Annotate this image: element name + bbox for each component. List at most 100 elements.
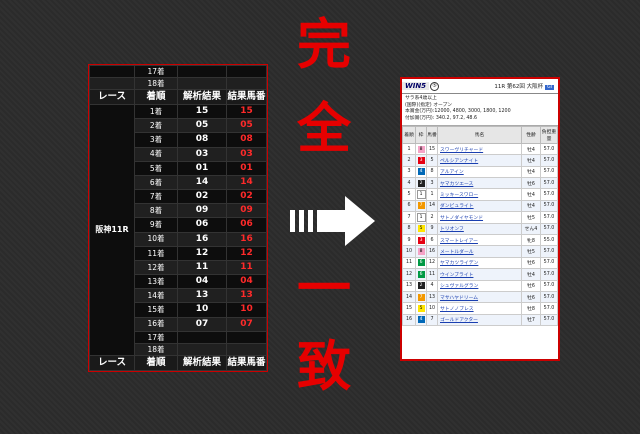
order-cell: 16着 — [134, 316, 178, 332]
horse-name-link[interactable]: ヤマカツエース — [437, 176, 522, 190]
horse-name-link[interactable]: シュヴァルグラン — [437, 279, 522, 292]
horse-name-link[interactable]: ウインブライト — [437, 268, 522, 281]
result-cell: 09 — [226, 203, 267, 219]
analysis-cell — [177, 342, 227, 356]
sex-age-cell: 牡4 — [521, 142, 541, 156]
horse-name-link[interactable]: ダンビュライト — [437, 199, 522, 213]
position-cell: 10 — [402, 245, 416, 258]
weight-cell: 57.0 — [540, 222, 558, 235]
waku-color-badge: 4 — [417, 168, 425, 176]
analysis-cell: 12 — [177, 245, 227, 261]
horse-name-link[interactable]: アルアイン — [437, 165, 522, 179]
result-cell: 06 — [226, 217, 267, 233]
waku-cell: 6 — [415, 268, 427, 281]
table-row: 4 2 3 ヤマカツエース 牡6 57.0 — [402, 176, 558, 190]
number-cell: 16 — [426, 245, 438, 258]
table-header-row: レース 着順 解析結果 結果馬番 — [89, 89, 267, 105]
analysis-cell: 01 — [177, 160, 227, 176]
result-table: 17着 18着 レース 着順 解析結果 結果馬番 阪神11R 1着 15 15 2着 05 05 3着 08… — [89, 64, 267, 372]
weight-cell: 57.0 — [540, 256, 558, 270]
sex-age-cell: 牡4 — [521, 165, 541, 179]
result-cell: 01 — [226, 160, 267, 176]
order-cell: 17着 — [134, 64, 178, 79]
waku-cell: 7 — [415, 199, 427, 213]
waku-color-badge: 8 — [417, 248, 425, 256]
result-cell: 12 — [226, 245, 267, 261]
horse-name-link[interactable]: メートルダール — [437, 245, 522, 258]
waku-color-badge: 5 — [417, 225, 425, 233]
waku-cell: 5 — [415, 302, 427, 315]
sex-age-cell: 牝8 — [521, 233, 541, 247]
weight-cell: 57.0 — [540, 290, 558, 304]
added-prize: 付加賞(万円): 340.2, 97.2, 48.6 — [405, 116, 478, 122]
weight-cell: 57.0 — [540, 211, 558, 224]
analysis-cell: 14 — [177, 174, 227, 191]
waku-color-badge: 1 — [416, 190, 426, 200]
sex-age-cell: 牡4 — [521, 154, 541, 167]
race-cell — [89, 64, 135, 79]
analysis-cell: 04 — [177, 274, 227, 290]
waku-color-badge: 1 — [416, 212, 426, 222]
col-waku: 枠 — [415, 125, 427, 144]
weight-cell: 57.0 — [540, 313, 558, 327]
number-cell: 8 — [426, 165, 438, 179]
table-row: 7 1 2 サトノダイヤモンド 牡5 57.0 — [402, 211, 558, 224]
order-cell: 12着 — [134, 259, 178, 276]
horse-name-link[interactable]: スワーヴリチャード — [437, 142, 522, 156]
analysis-cell: 09 — [177, 203, 227, 219]
horse-name-link[interactable]: スマートレイアー — [437, 233, 522, 247]
finish-table: 着順 枠 馬番 馬名 性齢 負担重量 1 8 15 スワーヴリチャード 牡4 57.0 2 3… — [402, 125, 558, 327]
horse-name-link[interactable]: ヤマカツライデン — [437, 256, 522, 270]
waku-color-badge: 3 — [417, 236, 425, 244]
sex-age-cell: 牡6 — [521, 256, 541, 270]
horse-name-link[interactable]: サトノノブレス — [437, 302, 522, 315]
position-cell: 15 — [402, 302, 416, 315]
header-order: 着順 — [134, 354, 178, 372]
analysis-cell: 08 — [177, 132, 227, 148]
result-cell: 15 — [226, 103, 267, 120]
waku-cell: 4 — [415, 165, 427, 179]
result-cell: 03 — [226, 146, 267, 162]
analysis-cell: 10 — [177, 302, 227, 318]
position-cell: 6 — [402, 199, 416, 213]
waku-color-badge: 2 — [417, 179, 425, 187]
position-cell: 12 — [402, 268, 416, 281]
waku-cell: 7 — [415, 290, 427, 304]
number-cell: 7 — [426, 313, 438, 327]
table-row: 5 1 1 ミッキースワロー 牡4 57.0 — [402, 188, 558, 201]
number-cell: 10 — [426, 302, 438, 315]
horse-name-link[interactable]: ミッキースワロー — [437, 188, 522, 201]
result-cell: 10 — [226, 302, 267, 318]
analysis-cell: 07 — [177, 316, 227, 332]
horse-name-link[interactable]: ゴールドアクター — [437, 313, 522, 327]
result-cell — [226, 77, 267, 91]
header-result: 結果馬番 — [226, 354, 267, 372]
order-cell: 13着 — [134, 274, 178, 290]
horse-name-link[interactable]: マサハヤドリーム — [437, 290, 522, 304]
result-cell — [226, 330, 267, 344]
order-cell: 3着 — [134, 132, 178, 148]
table-row: 8 5 9 トリオンフ せん4 57.0 — [402, 222, 558, 235]
weight-cell: 57.0 — [540, 176, 558, 190]
waku-cell: 8 — [415, 245, 427, 258]
order-cell: 5着 — [134, 160, 178, 176]
position-cell: 13 — [402, 279, 416, 292]
order-cell: 15着 — [134, 302, 178, 318]
horse-name-link[interactable]: サトノダイヤモンド — [437, 211, 522, 224]
horse-name-link[interactable]: ペルシアンナイト — [437, 154, 522, 167]
table-row: 阪神11R 1着 15 15 — [89, 103, 267, 356]
col-horse-name: 馬名 — [437, 125, 522, 144]
weight-cell: 57.0 — [540, 154, 558, 167]
analysis-cell — [177, 330, 227, 344]
analysis-cell: 13 — [177, 288, 227, 304]
number-cell: 15 — [426, 142, 438, 156]
analysis-cell: 02 — [177, 189, 227, 205]
order-cell: 18着 — [134, 77, 178, 91]
col-sex-age: 性齢 — [521, 125, 541, 144]
waku-cell: 4 — [415, 313, 427, 327]
result-cell: 08 — [226, 132, 267, 148]
horse-name-link[interactable]: トリオンフ — [437, 222, 522, 235]
number-cell: 5 — [426, 154, 438, 167]
weight-cell: 57.0 — [540, 199, 558, 213]
result-cell: 04 — [226, 274, 267, 290]
